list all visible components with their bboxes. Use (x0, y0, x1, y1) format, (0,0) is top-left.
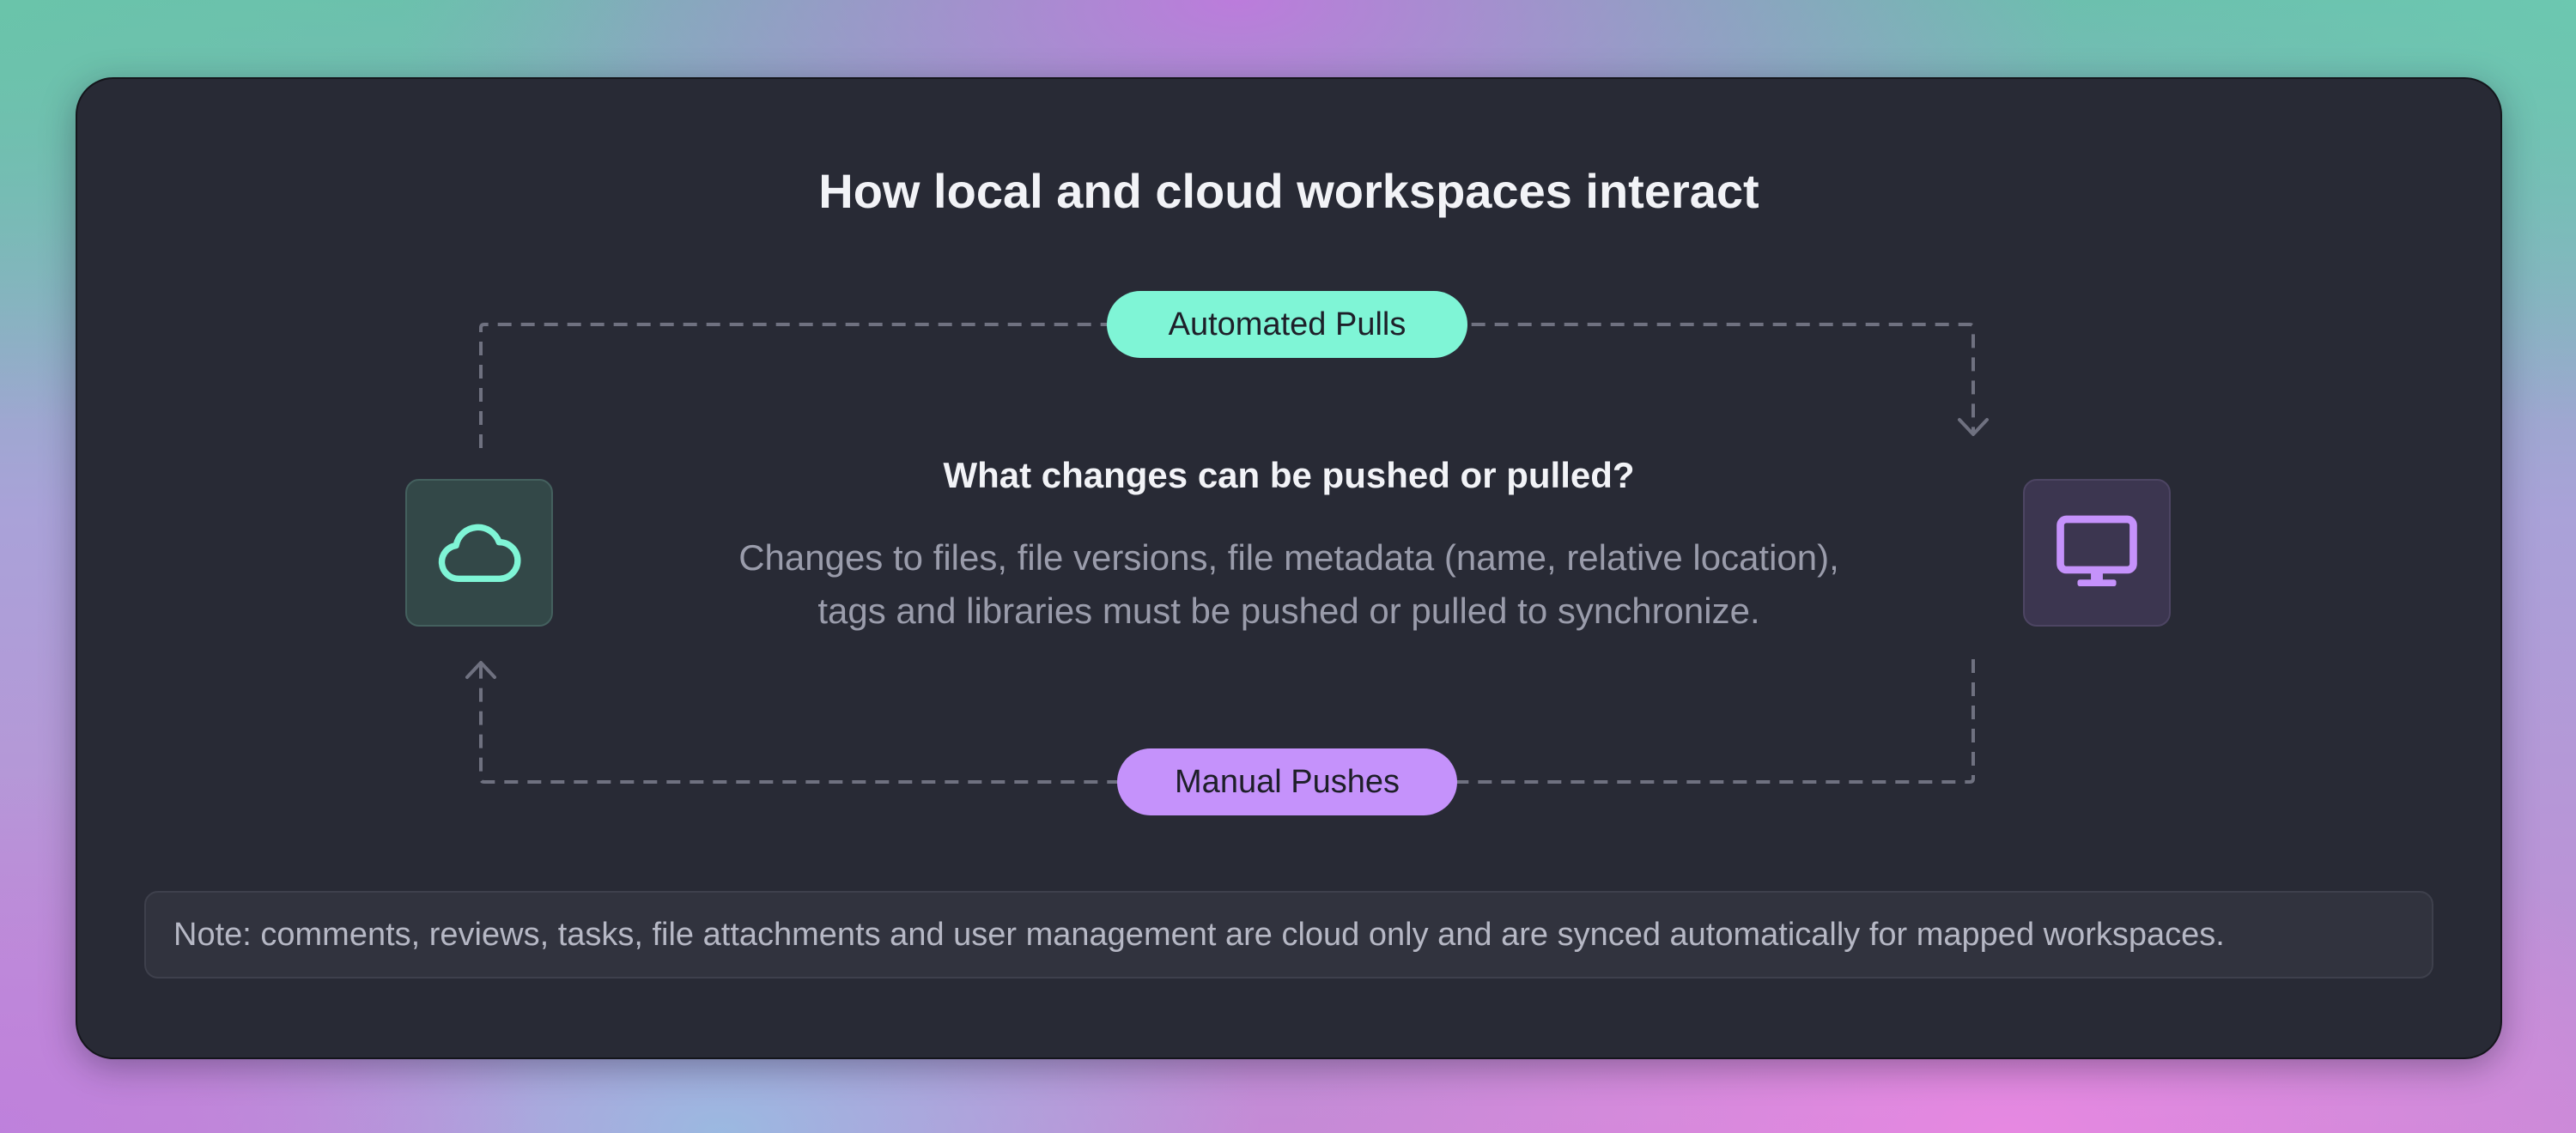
cloud-only-note: Note: comments, reviews, tasks, file att… (144, 891, 2433, 978)
monitor-icon (2057, 515, 2137, 586)
sync-description-line: tags and libraries must be pushed or pul… (817, 591, 1760, 631)
sync-description: Changes to files, file versions, file me… (558, 531, 2020, 638)
sync-description-line: Changes to files, file versions, file me… (738, 537, 1839, 578)
sync-question: What changes can be pushed or pulled? (943, 455, 1635, 495)
cloud-workspace-node (405, 479, 553, 627)
local-workspace-node (2023, 479, 2171, 627)
diagram-card: How local and cloud workspaces interact … (76, 77, 2502, 1059)
automated-pulls-label: Automated Pulls (1107, 291, 1467, 358)
cloud-icon (438, 524, 521, 583)
manual-pushes-label: Manual Pushes (1117, 748, 1457, 815)
